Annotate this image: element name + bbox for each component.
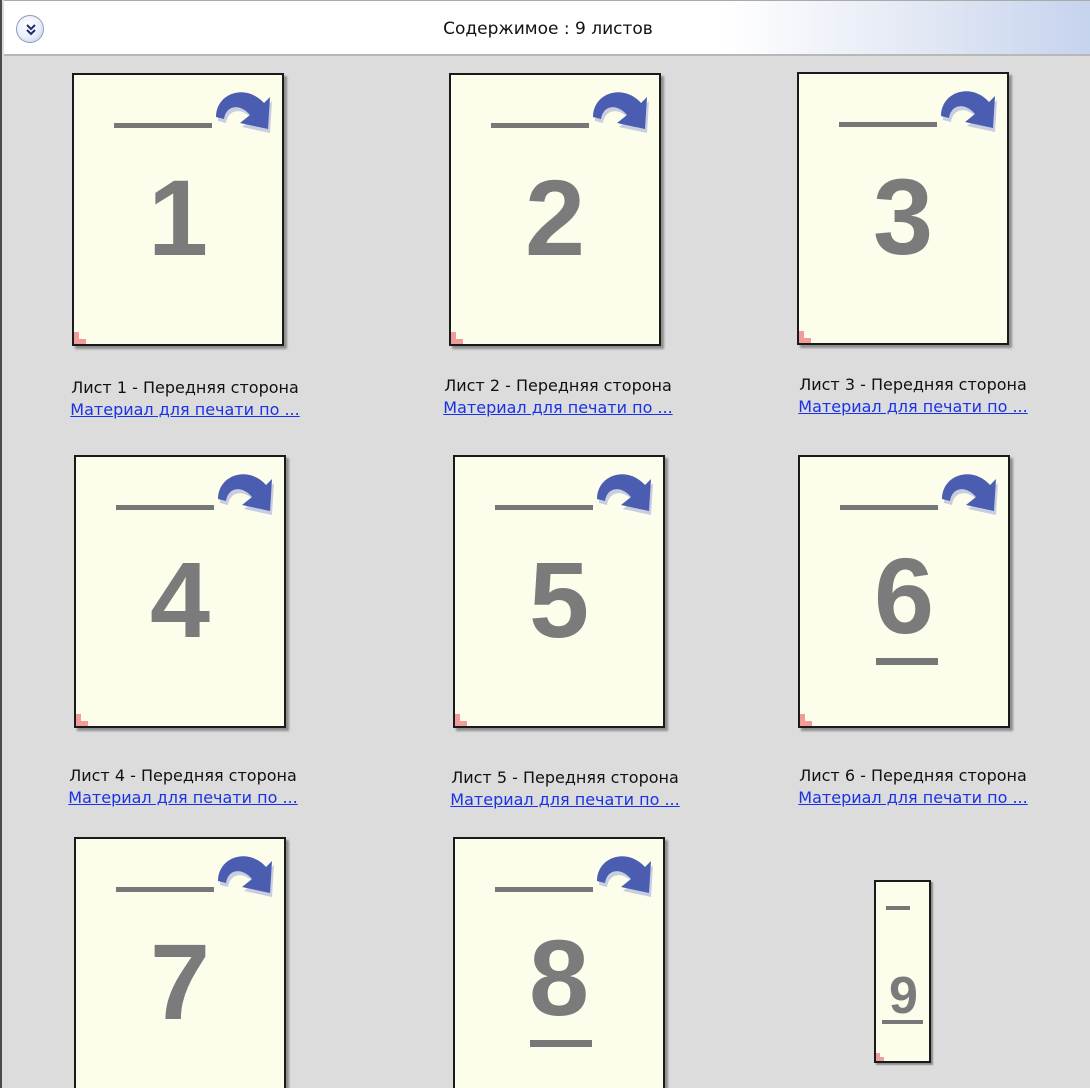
sheet-thumbnail-2[interactable]: 2 [449, 73, 661, 346]
sheet-number: 4 [149, 539, 211, 660]
sheet-thumbnail-9[interactable]: 9 [874, 880, 931, 1063]
panel-header: Содержимое : 9 листов [4, 0, 1090, 56]
sheet-number: 3 [872, 156, 934, 277]
sheet-thumbnail-4[interactable]: 4 [74, 455, 286, 728]
sheet-number: 9 [889, 967, 918, 1025]
sheet-thumbnail-3[interactable]: 3 [797, 72, 1009, 345]
rotate-arrow-icon [597, 474, 653, 515]
sheet-number: 8 [528, 917, 590, 1038]
sheet-caption: Лист 2 - Передняя сторона [444, 376, 672, 395]
corner-mark [74, 332, 86, 344]
sheet-caption: Лист 1 - Передняя сторона [71, 378, 299, 397]
sheet-caption: Лист 3 - Передняя сторона [799, 375, 1027, 394]
sheet-media-link[interactable]: Материал для печати по ... [23, 788, 343, 807]
panel-title: Содержимое : 9 листов [443, 19, 653, 39]
sheet-media-link[interactable]: Материал для печати по ... [753, 788, 1073, 807]
rotate-arrow-icon [942, 474, 998, 515]
sheet-media-link[interactable]: Материал для печати по ... [398, 398, 718, 417]
sheet-media-link[interactable]: Материал для печати по ... [405, 790, 725, 809]
sheet-number: 2 [524, 157, 586, 278]
sheet-number: 1 [147, 157, 209, 278]
rotate-arrow-icon [597, 856, 653, 897]
orientation-underline [882, 1020, 923, 1024]
orientation-underline [876, 658, 938, 665]
sheet-number: 6 [873, 535, 935, 656]
sheet-media-link[interactable]: Материал для печати по ... [25, 400, 345, 419]
sheet-thumbnail-6[interactable]: 6 [798, 455, 1010, 728]
corner-mark [876, 1053, 884, 1061]
rotate-arrow-icon [218, 474, 274, 515]
rotate-arrow-icon [218, 856, 274, 897]
sheet-caption: Лист 4 - Передняя сторона [69, 766, 297, 785]
rotate-arrow-icon [941, 91, 997, 132]
sheet-caption: Лист 5 - Передняя сторона [451, 768, 679, 787]
sheet-number: 7 [149, 921, 211, 1042]
corner-mark [455, 714, 467, 726]
sheet-caption: Лист 6 - Передняя сторона [799, 766, 1027, 785]
corner-mark [451, 332, 463, 344]
sheet-media-link[interactable]: Материал для печати по ... [753, 397, 1073, 416]
sheet-thumbnail-8[interactable]: 8 [453, 837, 665, 1088]
orientation-underline [530, 1040, 592, 1047]
sheet-thumbnail-1[interactable]: 1 [72, 73, 284, 346]
corner-mark [76, 714, 88, 726]
print-preview-panel: Содержимое : 9 листов 1 Лист 1 - Передня… [0, 0, 1090, 1088]
corner-mark [799, 331, 811, 343]
rotate-arrow-icon [216, 92, 272, 133]
sheet-thumbnail-5[interactable]: 5 [453, 455, 665, 728]
corner-mark [800, 714, 812, 726]
sheet-thumbnail-7[interactable]: 7 [74, 837, 286, 1088]
sheet-number: 5 [528, 539, 590, 660]
rotate-arrow-icon [593, 92, 649, 133]
